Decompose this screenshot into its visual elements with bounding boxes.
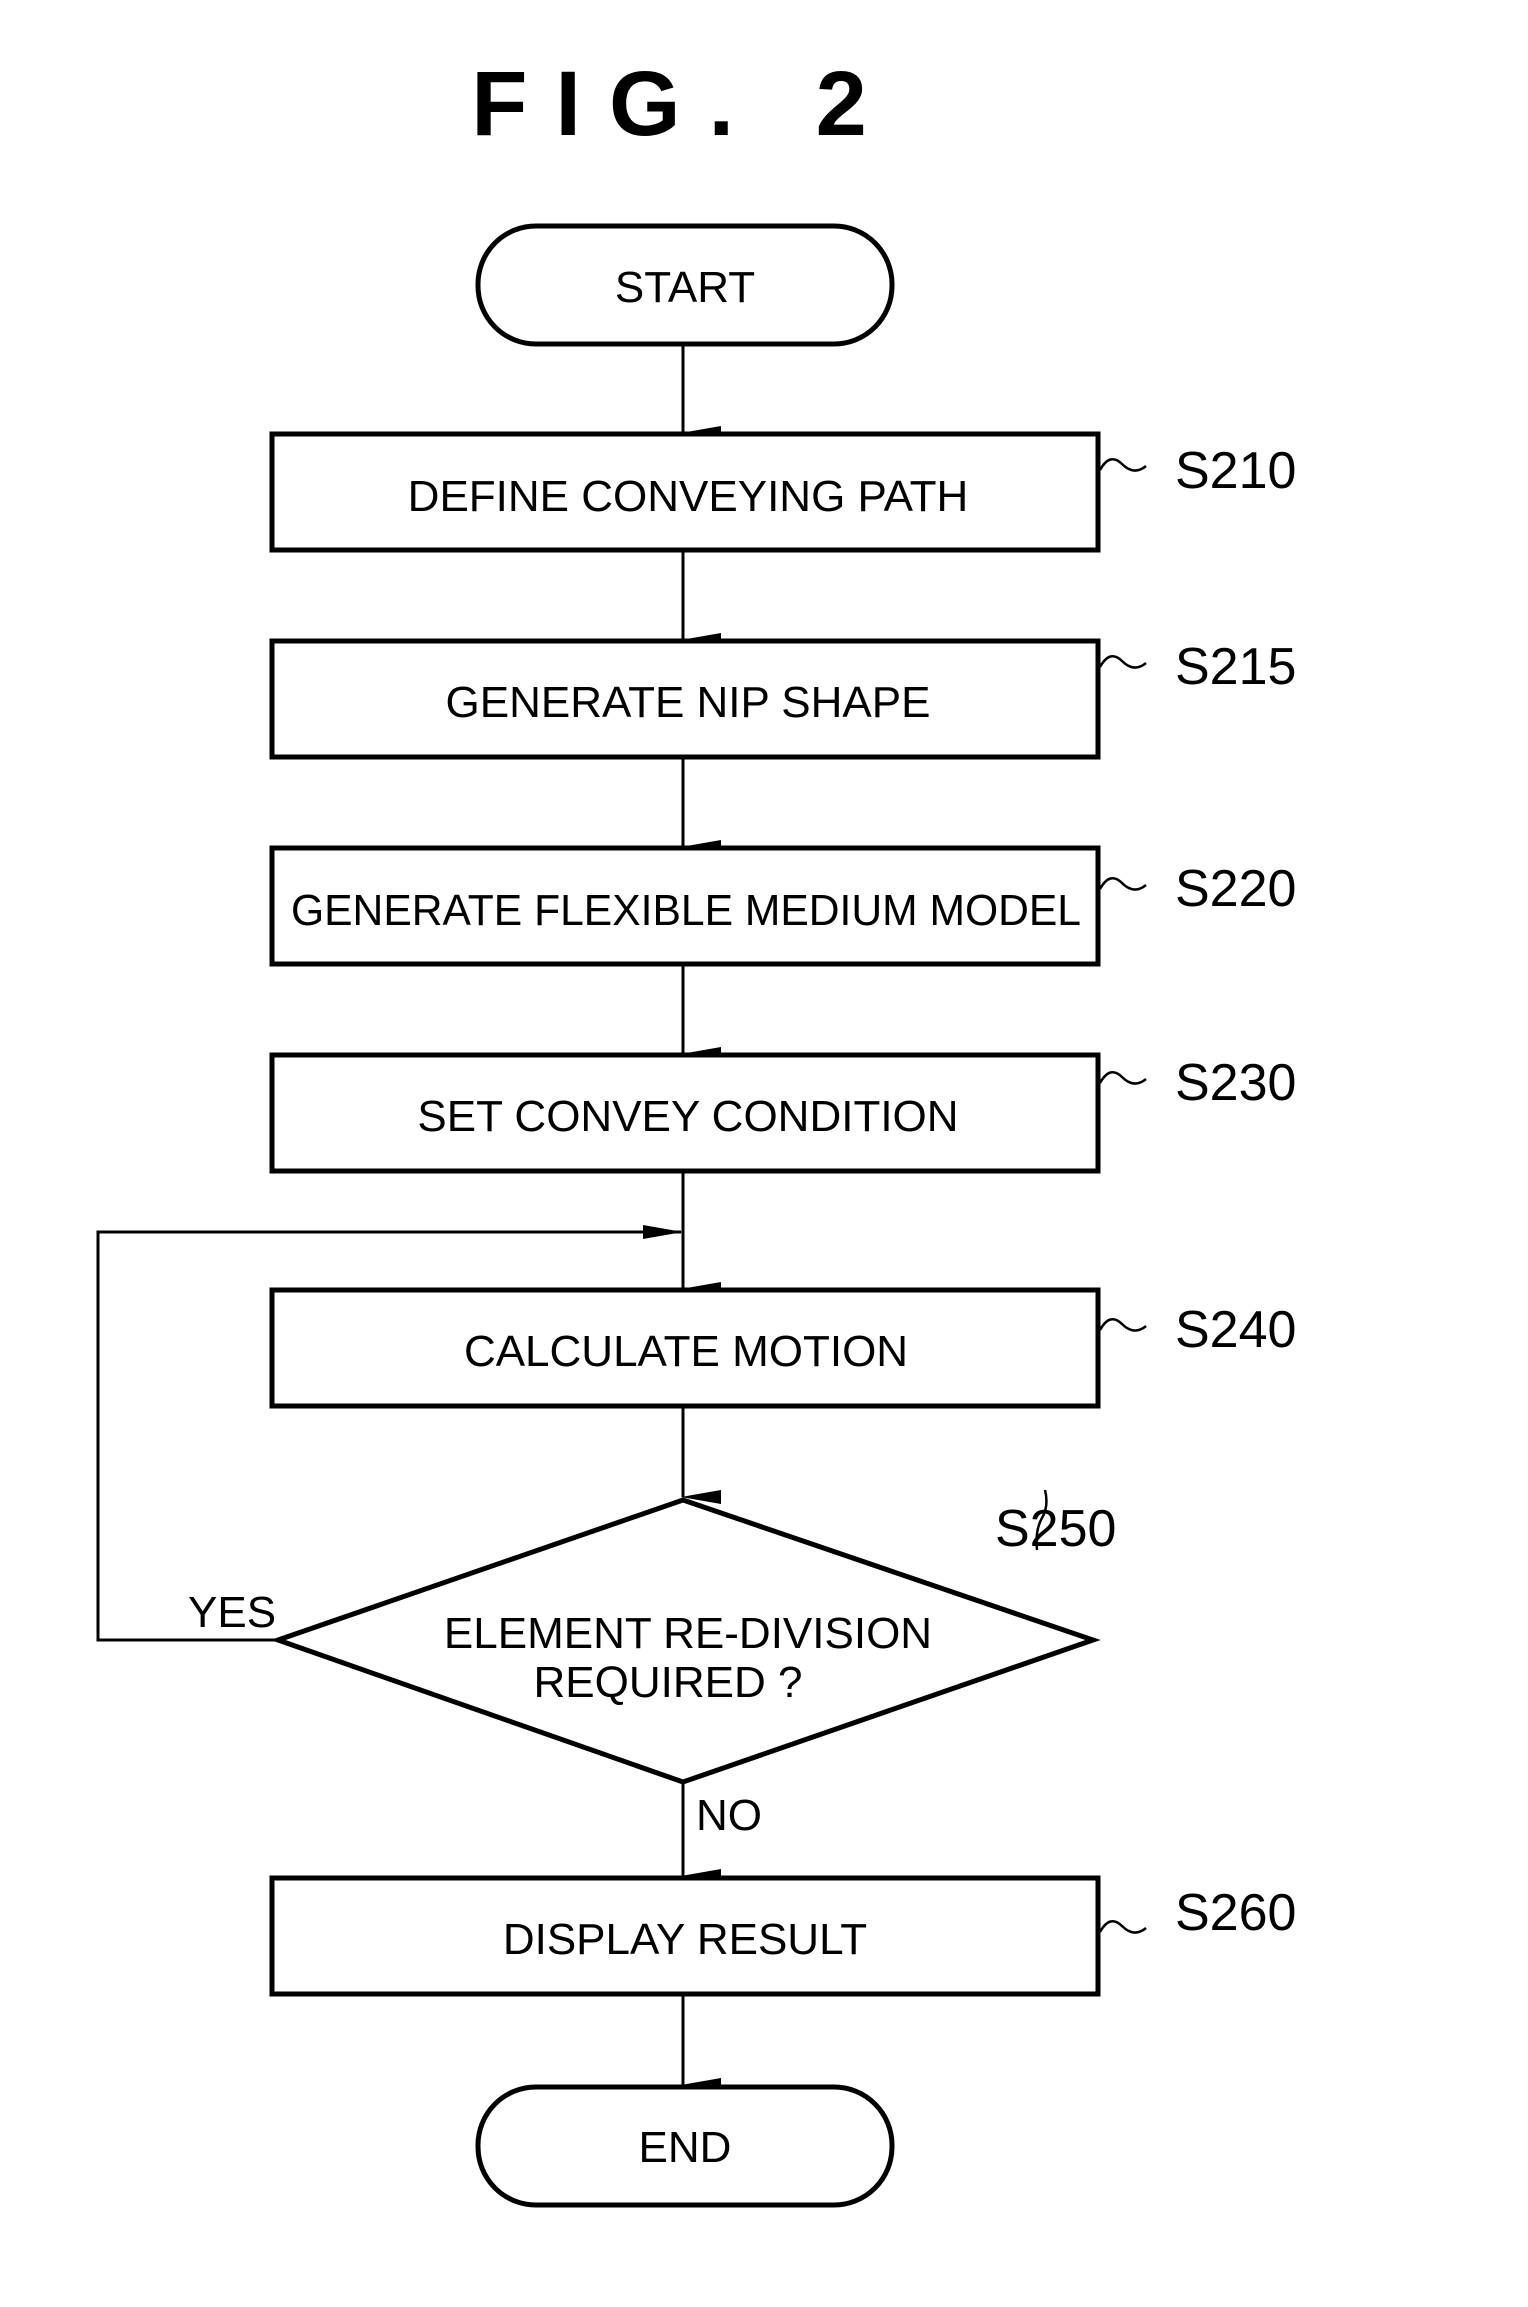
step-s260-text: DISPLAY RESULT — [503, 1915, 867, 1964]
step-s260-id: S260 — [1175, 1884, 1296, 1942]
step-s220-leader — [1098, 876, 1147, 891]
end-label: END — [639, 2123, 732, 2172]
step-s240-text: CALCULATE MOTION — [464, 1327, 908, 1376]
step-s210-id: S210 — [1175, 442, 1296, 500]
step-s230: SET CONVEY CONDITION S230 — [269, 1052, 1296, 1174]
step-s240: CALCULATE MOTION S240 — [269, 1287, 1296, 1409]
decision-line-2: REQUIRED ? — [534, 1658, 803, 1707]
step-s210: DEFINE CONVEYING PATH S210 — [269, 431, 1296, 553]
step-s220-id: S220 — [1175, 860, 1296, 918]
decision-yes-label: YES — [188, 1588, 276, 1637]
step-s230-id: S230 — [1175, 1054, 1296, 1112]
figure-title: FIG. 2 — [471, 53, 895, 155]
decision-s250-id: S250 — [995, 1500, 1116, 1558]
step-s240-leader — [1098, 1317, 1147, 1332]
step-s210-leader — [1098, 457, 1147, 472]
step-s215-text: GENERATE NIP SHAPE — [446, 678, 931, 727]
step-s215-leader — [1098, 654, 1147, 669]
step-s230-text: SET CONVEY CONDITION — [417, 1092, 958, 1141]
flowchart-canvas: FIG. 2 START DEFINE CONVEYING PATH S210 … — [96, 53, 1296, 2208]
decision-no-label: NO — [696, 1791, 762, 1840]
decision-line-1: ELEMENT RE-DIVISION — [444, 1609, 932, 1658]
start-label: START — [615, 263, 755, 312]
step-s260-leader — [1098, 1919, 1147, 1934]
step-s260: DISPLAY RESULT S260 — [269, 1875, 1296, 1997]
step-s220: GENERATE FLEXIBLE MEDIUM MODEL S220 — [269, 845, 1296, 967]
end-terminal: END — [475, 2084, 895, 2208]
step-s215: GENERATE NIP SHAPE S215 — [269, 638, 1296, 760]
decision-s250: ELEMENT RE-DIVISION REQUIRED ? S250 YES … — [188, 1489, 1116, 1840]
step-s240-id: S240 — [1175, 1301, 1296, 1359]
step-s230-leader — [1098, 1070, 1147, 1085]
start-terminal: START — [475, 223, 895, 347]
step-s215-id: S215 — [1175, 638, 1296, 696]
step-s210-text: DEFINE CONVEYING PATH — [408, 472, 969, 521]
step-s220-text: GENERATE FLEXIBLE MEDIUM MODEL — [291, 886, 1081, 935]
